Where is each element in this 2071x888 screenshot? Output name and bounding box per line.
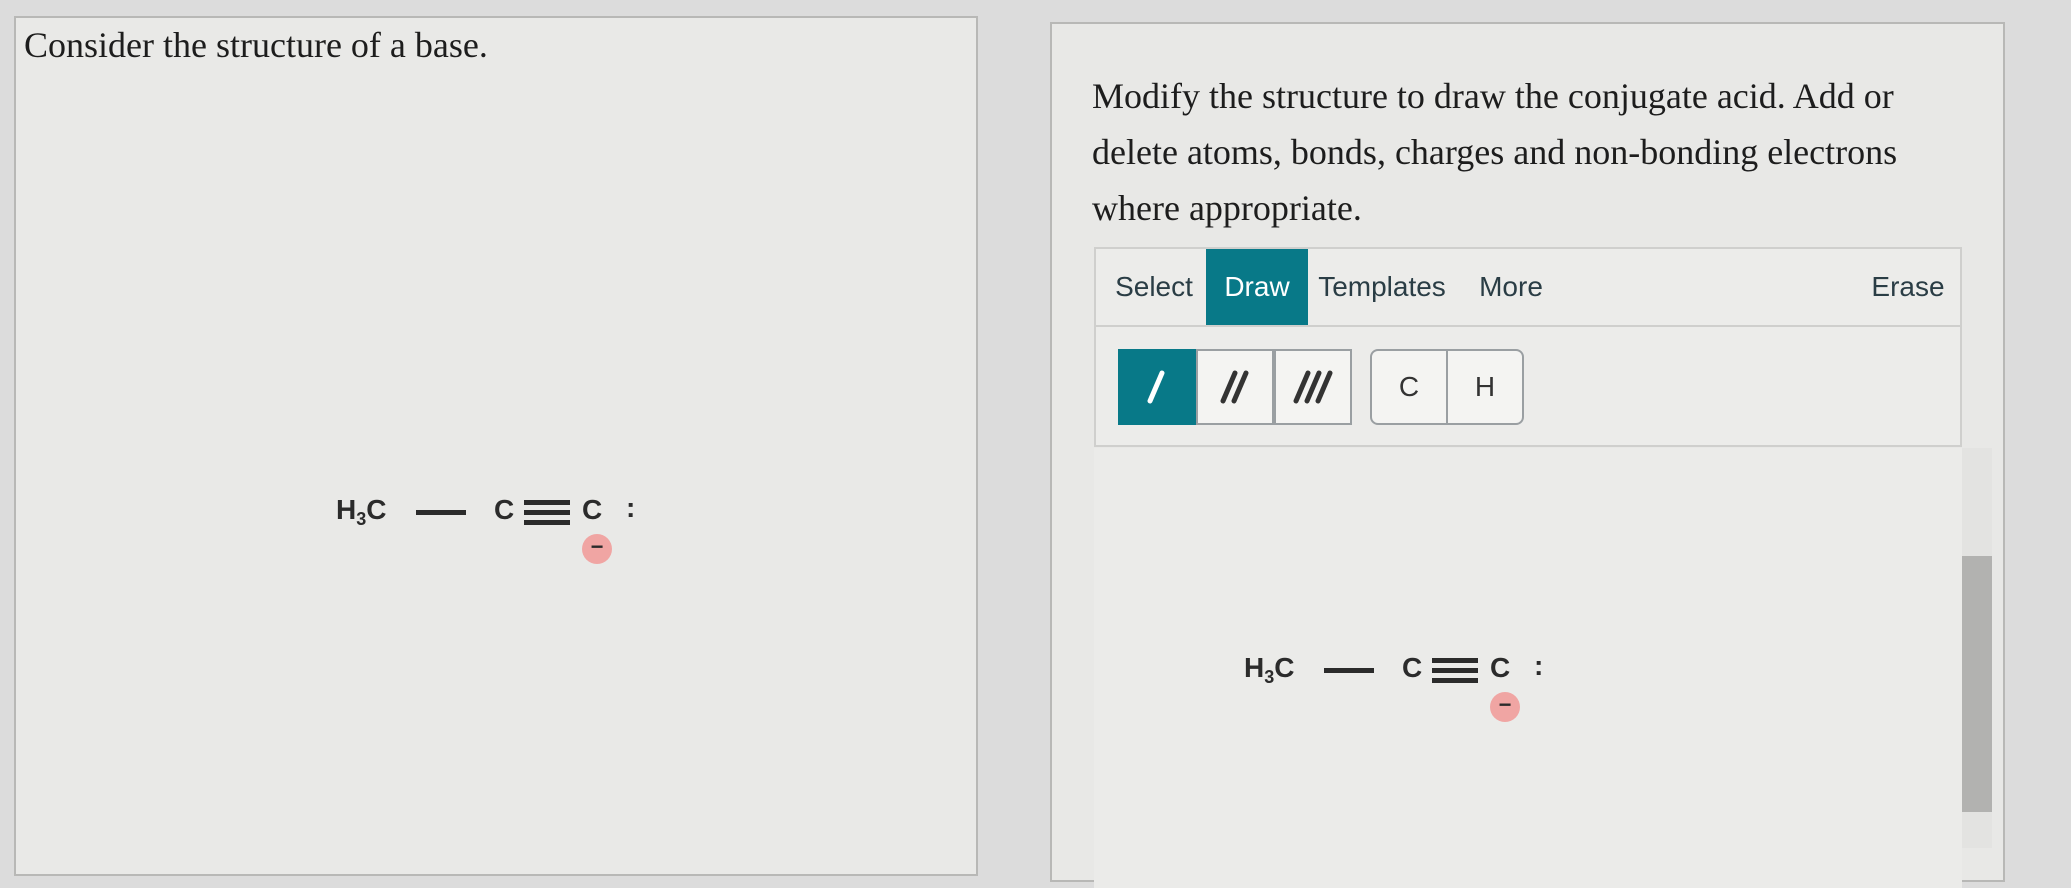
double-bond-icon: [1220, 370, 1249, 404]
methyl-group: H3C: [336, 494, 387, 529]
triple-bond-icon: [1293, 370, 1333, 404]
single-bond-tool[interactable]: [1118, 349, 1196, 425]
triple-bond: [524, 500, 570, 526]
tab-more[interactable]: More: [1466, 249, 1556, 325]
scrollbar-thumb[interactable]: [1962, 556, 1992, 812]
editor-tab-bar: Select Draw Templates More Erase: [1094, 247, 1962, 327]
editable-structure[interactable]: H3C C C : −: [1244, 648, 1564, 722]
tab-select[interactable]: Select: [1104, 249, 1204, 325]
hydrogen-atom-tool[interactable]: H: [1446, 349, 1524, 425]
lone-pair: :: [626, 492, 636, 523]
negative-charge[interactable]: −: [1490, 692, 1520, 722]
lone-pair[interactable]: :: [1534, 650, 1543, 682]
question-panel: Consider the structure of a base. H3C C …: [14, 16, 978, 876]
negative-charge: −: [582, 534, 612, 564]
single-bond: [416, 510, 466, 515]
drawing-canvas[interactable]: H3C C C : −: [1094, 448, 1992, 888]
instructions: Modify the structure to draw the conjuga…: [1092, 76, 1898, 228]
terminal-carbon-atom: C: [582, 494, 603, 525]
single-bond-icon: [1147, 370, 1165, 404]
canvas-scrollbar[interactable]: [1962, 448, 1992, 848]
erase-button[interactable]: Erase: [1858, 249, 1958, 325]
tab-draw[interactable]: Draw: [1206, 249, 1308, 325]
carbon-atom: C: [494, 494, 515, 525]
carbon-atom-tool[interactable]: C: [1370, 349, 1448, 425]
double-bond-tool[interactable]: [1196, 349, 1274, 425]
answer-panel: Modify the structure to draw the conjuga…: [1050, 22, 2005, 888]
carbon-atom[interactable]: C: [1402, 652, 1422, 684]
methyl-group[interactable]: H3C: [1244, 652, 1294, 687]
tab-templates[interactable]: Templates: [1308, 249, 1456, 325]
triple-bond[interactable]: [1432, 658, 1478, 684]
single-bond[interactable]: [1324, 668, 1374, 673]
base-structure: H3C C C : −: [336, 490, 656, 564]
question-prompt: Consider the structure of a base.: [24, 25, 488, 65]
terminal-carbon-atom[interactable]: C: [1490, 652, 1510, 684]
draw-toolbar: C H: [1094, 327, 1962, 447]
triple-bond-tool[interactable]: [1274, 349, 1352, 425]
